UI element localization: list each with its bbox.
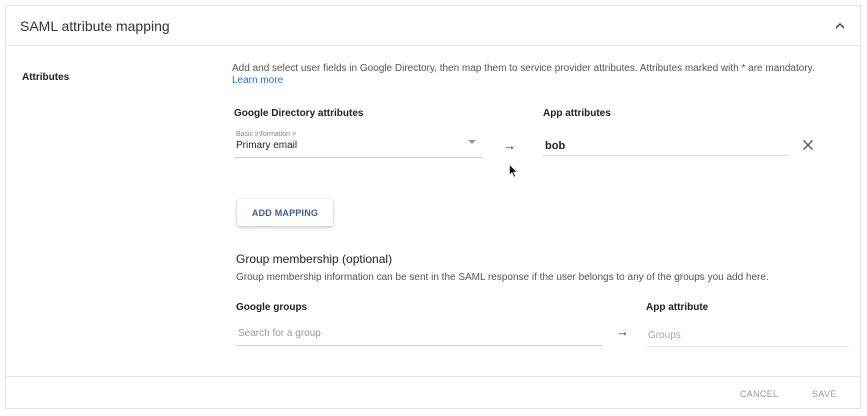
saml-attribute-mapping-card: SAML attribute mapping Attributes Add an… [5,5,861,409]
group-app-attribute-input[interactable] [646,325,849,347]
card-header[interactable]: SAML attribute mapping [6,6,860,46]
group-mapping-arrow-icon: → [616,324,629,339]
app-attributes-header: App attributes [543,108,611,119]
card-title: SAML attribute mapping [20,18,170,34]
app-attribute-header: App attribute [646,302,709,313]
group-search-input[interactable] [236,322,602,346]
save-button[interactable]: SAVE [808,387,841,401]
chevron-up-icon[interactable] [832,18,848,34]
close-icon[interactable] [802,139,814,151]
dropdown-caret-icon [468,140,476,144]
group-membership-title: Group membership (optional) [236,252,393,266]
directory-attribute-select[interactable]: Basic Information > Primary email [234,130,482,158]
directory-attributes-header: Google Directory attributes [234,108,364,119]
mouse-pointer-icon [509,164,518,178]
app-attribute-input[interactable] [542,136,788,156]
directory-attribute-value: Primary email [236,140,298,151]
google-groups-header: Google groups [236,302,308,313]
attributes-description-text: Add and select user fields in Google Dir… [232,63,815,74]
attributes-label: Attributes [22,72,70,83]
attributes-description: Add and select user fields in Google Dir… [232,63,842,87]
mapping-arrow-icon: → [503,138,516,153]
learn-more-link[interactable]: Learn more [232,75,283,86]
add-mapping-button[interactable]: ADD MAPPING [237,199,333,226]
group-membership-description: Group membership information can be sent… [236,272,769,283]
directory-attribute-category: Basic Information > [236,131,297,138]
card-footer: CANCEL SAVE [6,376,860,410]
cancel-button[interactable]: CANCEL [736,387,782,401]
